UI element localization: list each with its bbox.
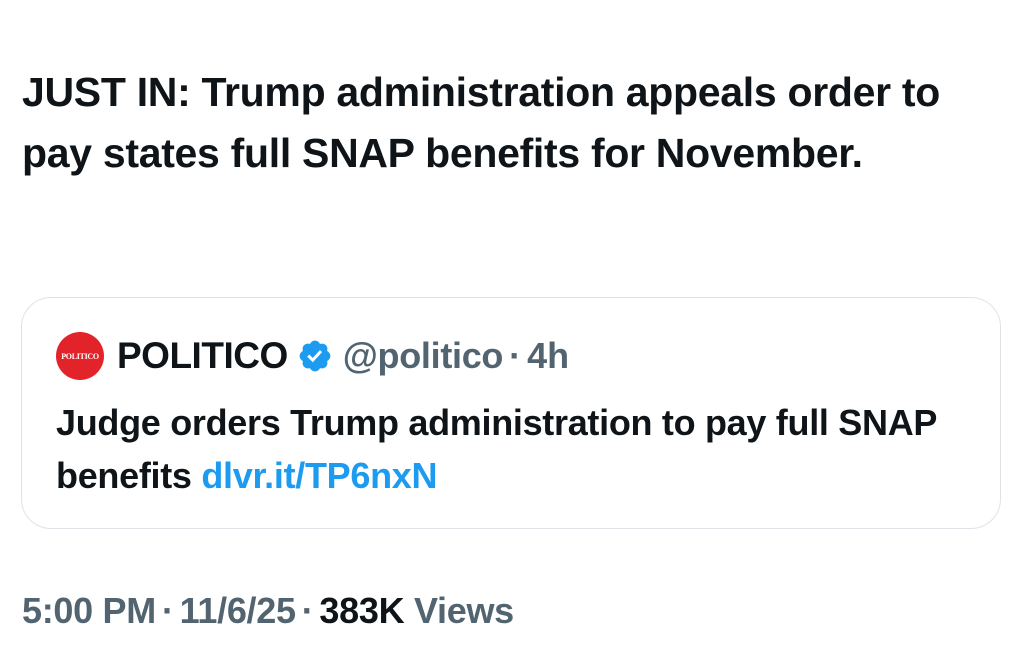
views-label: Views: [413, 590, 514, 631]
separator-dot: ·: [509, 335, 522, 376]
author-name[interactable]: POLITICO: [117, 335, 288, 377]
tweet-text: JUST IN: Trump administration appeals or…: [22, 69, 940, 176]
timestamp[interactable]: 4h: [527, 335, 569, 377]
tweet-meta: 5:00 PM · 11/6/25 · 383K Views: [22, 590, 514, 632]
separator-dot: ·: [301, 590, 314, 631]
quoted-tweet-link[interactable]: dlvr.it/TP6nxN: [201, 455, 437, 496]
avatar[interactable]: POLITICO: [56, 332, 104, 380]
quoted-tweet-text: Judge orders Trump administration to pay…: [56, 396, 976, 502]
post-date[interactable]: 11/6/25: [180, 590, 296, 631]
post-time[interactable]: 5:00 PM: [22, 590, 156, 631]
verified-badge-icon: [297, 338, 333, 374]
politico-logo: POLITICO: [61, 351, 99, 361]
separator-dot: ·: [161, 590, 174, 631]
views-count[interactable]: 383K: [319, 590, 404, 631]
author-handle[interactable]: @politico: [343, 335, 504, 377]
quoted-tweet-header: POLITICO POLITICO @politico · 4h: [56, 332, 569, 380]
quoted-tweet-card[interactable]: POLITICO POLITICO @politico · 4h Judge o…: [21, 297, 1001, 529]
quoted-tweet-body: Judge orders Trump administration to pay…: [56, 402, 937, 496]
